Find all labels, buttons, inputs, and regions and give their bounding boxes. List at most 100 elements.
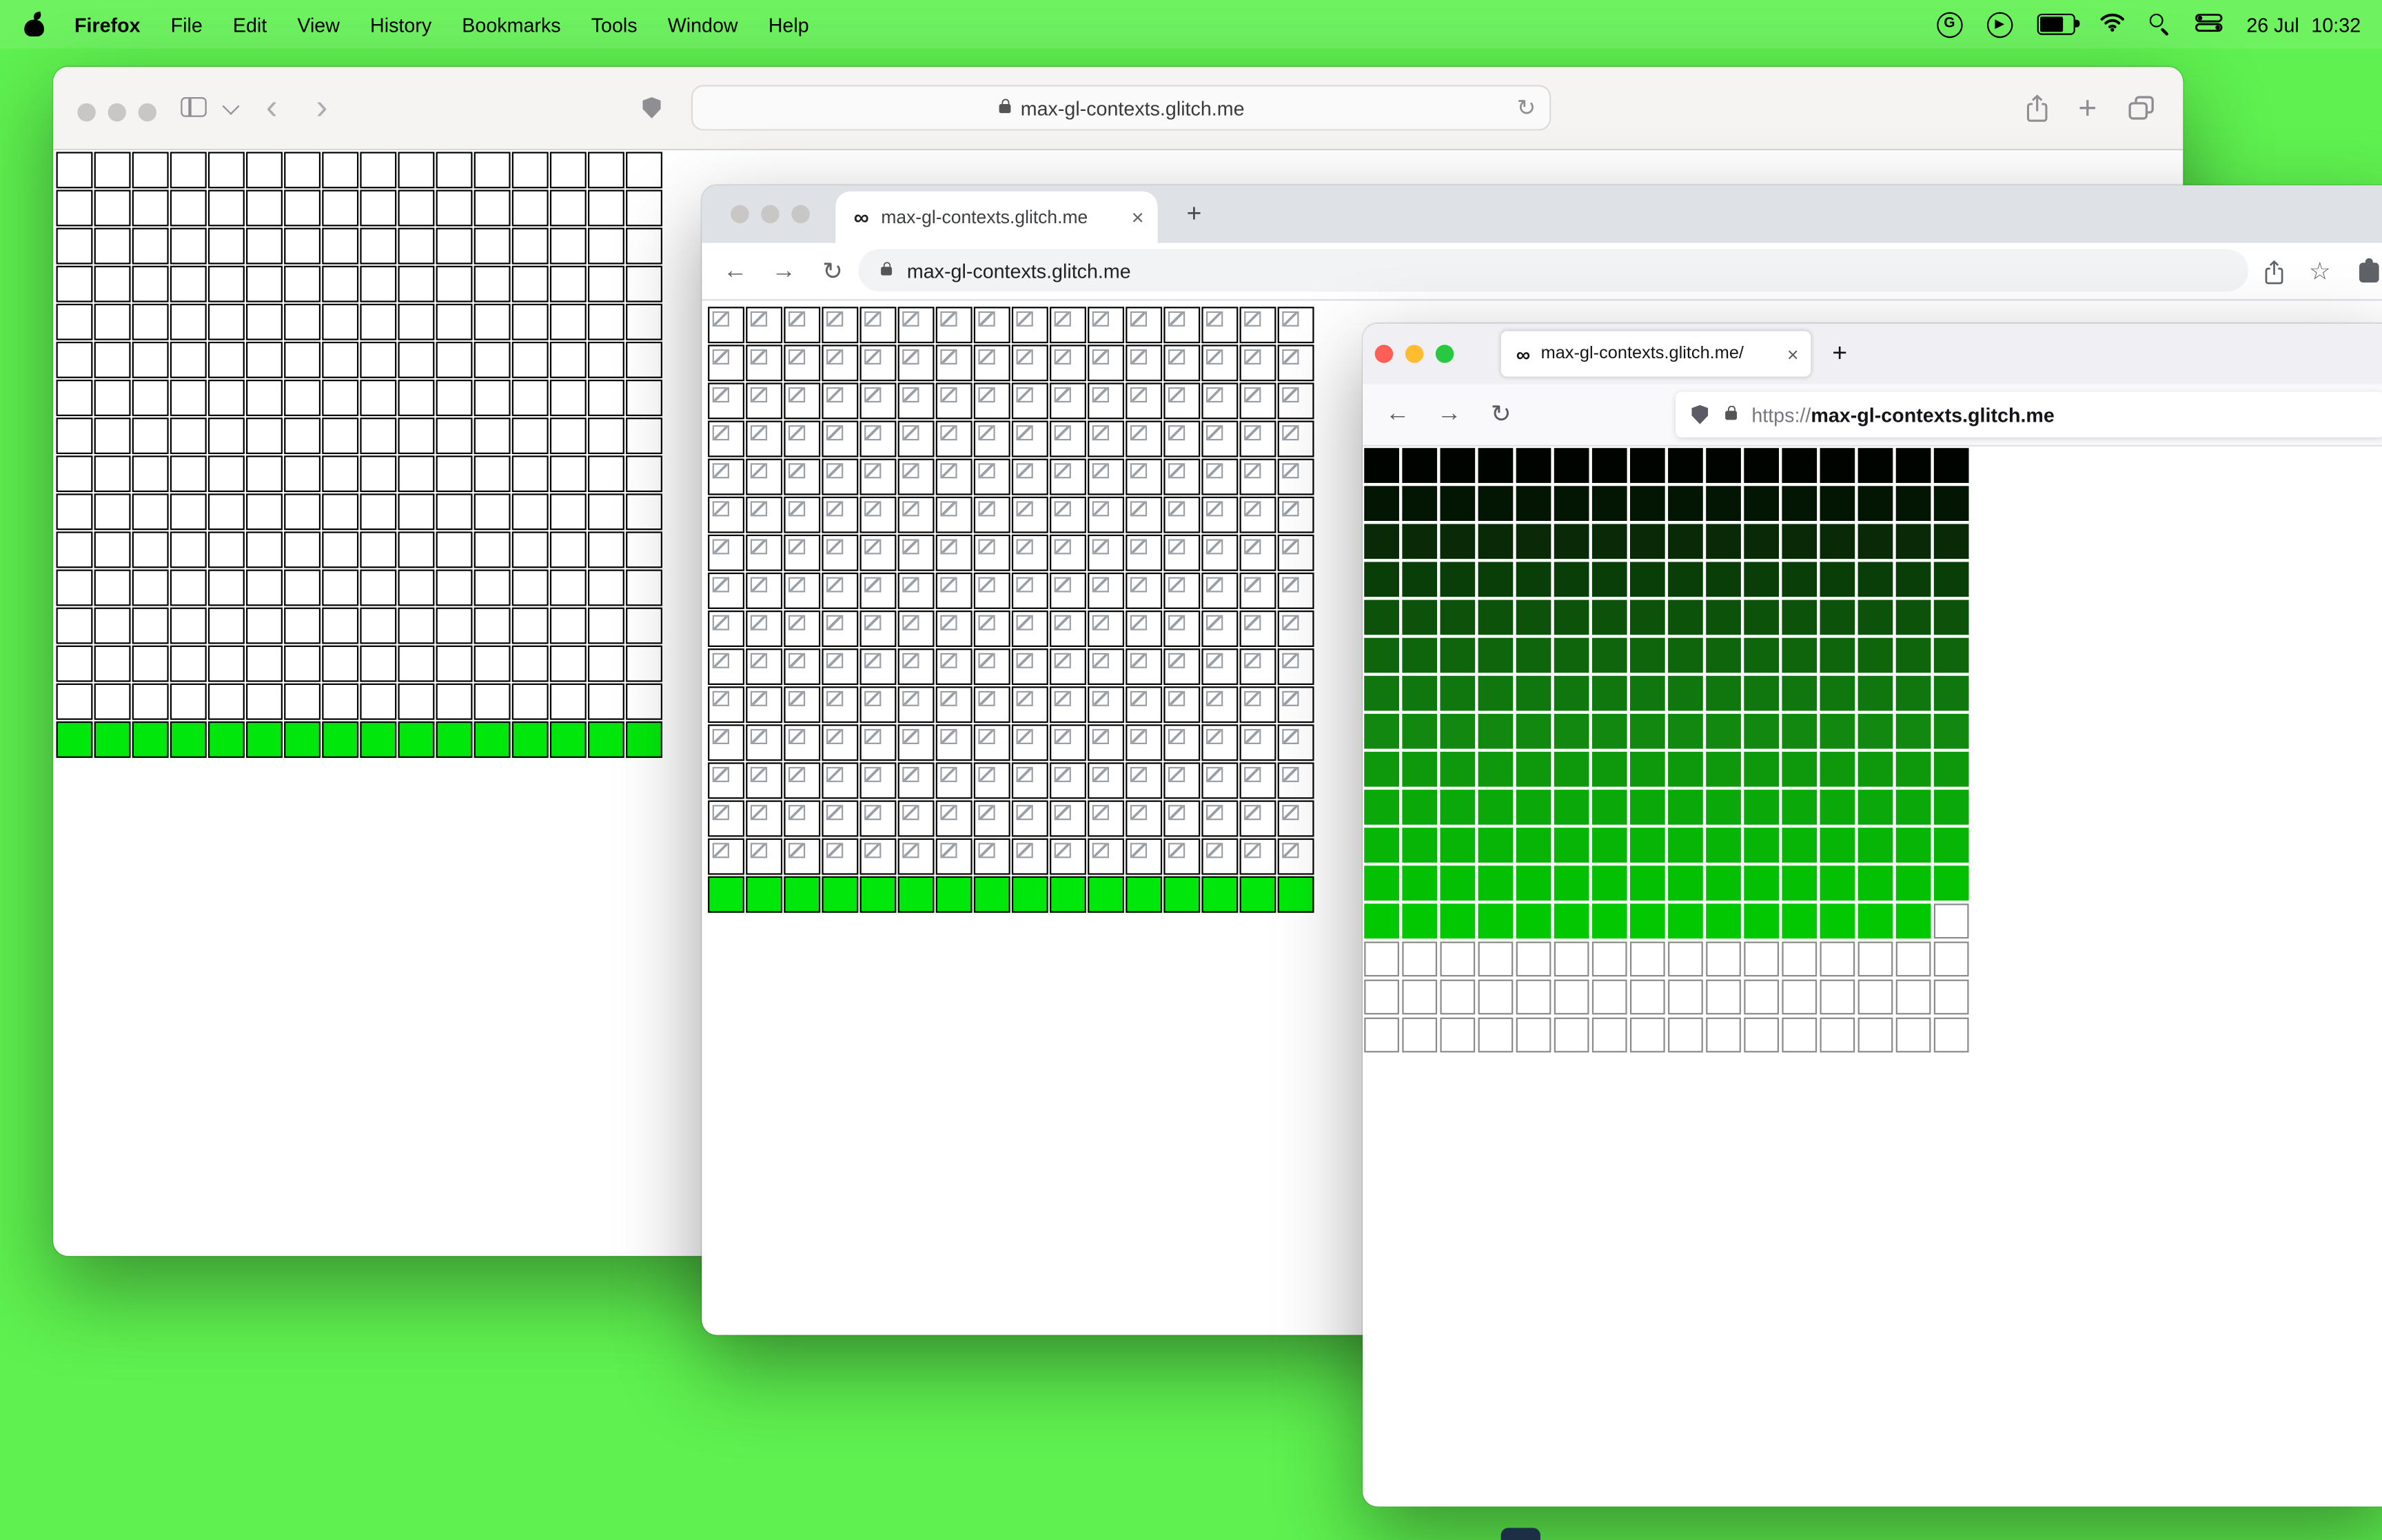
broken-image-icon [788, 387, 806, 403]
forward-button[interactable]: › [316, 86, 328, 126]
menu-bookmarks[interactable]: Bookmarks [462, 13, 560, 36]
grid-cell [1706, 865, 1741, 901]
grid-cell [859, 686, 897, 723]
grid-cell [322, 227, 359, 265]
new-tab-button[interactable]: + [1822, 336, 1858, 372]
grid-cell [360, 152, 397, 189]
broken-image-icon [1016, 501, 1033, 517]
menu-view[interactable]: View [297, 13, 340, 36]
reload-button[interactable]: ↻ [1478, 392, 1524, 438]
broken-image-icon [1016, 653, 1033, 668]
menu-window[interactable]: Window [668, 13, 738, 36]
broken-image-icon [788, 539, 806, 555]
broken-image-icon [788, 767, 806, 783]
grid-cell [511, 531, 549, 568]
extensions-button[interactable] [2349, 252, 2382, 291]
broken-image-icon [1054, 653, 1071, 668]
browser-tab[interactable]: ∞ max-gl-contexts.glitch.me/ × [1500, 331, 1811, 377]
grid-cell [1820, 713, 1855, 749]
menu-app-name[interactable]: Firefox [74, 13, 141, 36]
grid-cell [511, 607, 549, 644]
broken-image-icon [1130, 463, 1148, 479]
broken-image-icon [1244, 728, 1261, 745]
share-button[interactable] [2025, 94, 2049, 123]
grid-cell [822, 800, 859, 837]
grid-cell [1591, 599, 1627, 635]
grid-cell [1895, 1017, 1931, 1053]
grid-cell [1277, 762, 1314, 799]
back-button[interactable]: ‹ [266, 89, 278, 125]
minimize-window-button[interactable] [761, 205, 780, 224]
g-app-status-icon[interactable]: G [1936, 11, 1963, 38]
control-center-icon[interactable] [2195, 12, 2222, 36]
broken-image-icon [1282, 349, 1299, 365]
grid-cell [1744, 828, 1780, 863]
close-window-button[interactable] [77, 103, 96, 122]
new-tab-button[interactable]: + [2078, 91, 2097, 127]
privacy-shield-icon[interactable] [642, 97, 661, 126]
address-bar[interactable]: max-gl-contexts.glitch.me ↻ [691, 85, 1551, 131]
broken-image-icon [1282, 728, 1299, 745]
zoom-window-button[interactable] [1435, 345, 1454, 363]
tab-close-button[interactable]: × [1787, 342, 1799, 365]
minimize-window-button[interactable] [1405, 345, 1424, 363]
forward-button[interactable]: → [762, 251, 805, 294]
menu-file[interactable]: File [171, 13, 203, 36]
sidebar-toggle-button[interactable] [181, 97, 207, 117]
safari-toolbar[interactable]: ‹ › max-gl-contexts.glitch.me ↻ + [53, 66, 2184, 151]
share-button[interactable] [2254, 252, 2294, 291]
menu-help[interactable]: Help [768, 13, 809, 36]
grid-cell [1011, 800, 1048, 837]
broken-image-icon [1244, 805, 1261, 821]
reload-button[interactable]: ↻ [811, 251, 854, 294]
close-window-button[interactable] [1374, 345, 1394, 363]
battery-icon[interactable] [2037, 13, 2079, 35]
grid-cell [1239, 382, 1276, 420]
menu-edit[interactable]: Edit [233, 13, 267, 36]
media-play-status-icon[interactable]: ▶ [1986, 11, 2013, 38]
grid-cell [1088, 762, 1125, 799]
apple-menu-icon[interactable] [24, 12, 44, 37]
menu-tools[interactable]: Tools [591, 13, 638, 36]
menu-history[interactable]: History [370, 13, 431, 36]
bookmark-star-button[interactable]: ☆ [2300, 252, 2339, 291]
grid-cell [626, 531, 662, 568]
grid-cell [1591, 637, 1627, 673]
reload-button[interactable]: ↻ [1517, 94, 1536, 121]
spotlight-search-icon[interactable] [2149, 13, 2170, 35]
tab-overview-button[interactable] [2128, 96, 2154, 120]
browser-tab[interactable]: ∞ max-gl-contexts.glitch.me × [835, 191, 1158, 243]
broken-image-icon [1168, 805, 1185, 821]
tab-close-button[interactable]: × [1132, 205, 1144, 229]
back-button[interactable]: ← [714, 251, 757, 294]
grid-cell [474, 493, 511, 531]
grid-cell [1629, 524, 1665, 559]
minimize-window-button[interactable] [108, 103, 126, 122]
wifi-icon[interactable] [2099, 12, 2125, 37]
grid-cell [170, 607, 207, 644]
chrome-tab-strip[interactable]: ∞ max-gl-contexts.glitch.me × + [702, 185, 2382, 243]
broken-image-icon [1282, 311, 1299, 327]
firefox-tab-bar[interactable]: ∞ max-gl-contexts.glitch.me/ × + [1363, 323, 2382, 384]
zoom-window-button[interactable] [791, 205, 810, 224]
grid-cell [1516, 675, 1551, 711]
grid-cell [1591, 865, 1627, 901]
back-button[interactable]: ← [1375, 392, 1421, 438]
grid-cell [935, 838, 973, 875]
zoom-window-button[interactable] [138, 103, 157, 122]
forward-icon: › [316, 86, 328, 126]
new-tab-button[interactable]: + [1176, 196, 1212, 232]
grid-cell [1857, 979, 1893, 1015]
close-window-button[interactable] [731, 205, 749, 224]
grid-cell [1440, 599, 1476, 635]
address-bar[interactable]: https://max-gl-contexts.glitch.me [1676, 391, 2382, 438]
tab-group-chevron-button[interactable] [222, 97, 240, 115]
broken-image-icon [1130, 577, 1148, 593]
grid-cell [1895, 979, 1931, 1015]
grid-cell [1163, 307, 1201, 344]
broken-image-icon [712, 690, 729, 706]
address-bar[interactable]: max-gl-contexts.glitch.me [858, 249, 2249, 292]
forward-button[interactable]: → [1427, 392, 1472, 438]
broken-image-icon [1206, 615, 1223, 630]
menubar-clock[interactable]: 26 Jul 10:32 [2246, 13, 2361, 36]
